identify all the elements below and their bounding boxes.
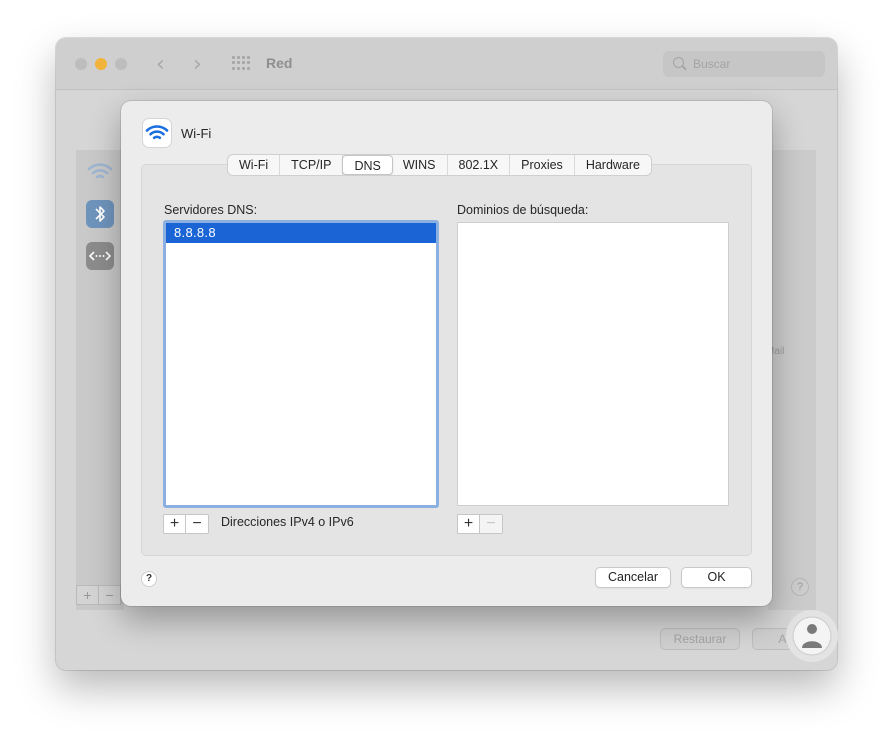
remove-search-domain-button: −: [480, 515, 502, 533]
help-button[interactable]: ?: [141, 571, 157, 587]
close-window-button[interactable]: [75, 58, 87, 70]
tab-bar: Wi-Fi TCP/IP DNS WINS 802.1X Proxies Har…: [227, 154, 652, 176]
zoom-window-button[interactable]: [115, 58, 127, 70]
tab-dns[interactable]: DNS: [342, 155, 392, 175]
add-dns-server-button[interactable]: +: [164, 515, 186, 533]
add-service-button[interactable]: +: [77, 586, 99, 604]
dns-hint: Direcciones IPv4 o IPv6: [221, 515, 354, 529]
wifi-service-icon[interactable]: [86, 158, 114, 186]
restore-button[interactable]: Restaurar: [660, 628, 740, 650]
tab-8021x[interactable]: 802.1X: [448, 155, 511, 175]
search-icon: [673, 57, 684, 68]
title-bar: ‹ › Red Buscar: [56, 38, 837, 90]
dns-add-remove-control: + −: [163, 514, 209, 534]
advanced-network-sheet: Wi-Fi Wi-Fi TCP/IP DNS WINS 802.1X Proxi…: [121, 101, 772, 606]
cancel-button[interactable]: Cancelar: [595, 567, 671, 588]
tab-wifi[interactable]: Wi-Fi: [228, 155, 280, 175]
help-icon[interactable]: ?: [791, 578, 809, 596]
window-title: Red: [266, 55, 292, 71]
tab-tcpip[interactable]: TCP/IP: [280, 155, 343, 175]
dns-servers-label: Servidores DNS:: [164, 203, 257, 217]
remove-dns-server-button[interactable]: −: [186, 515, 208, 533]
details-panel: [768, 150, 816, 610]
bluetooth-icon[interactable]: [86, 200, 114, 228]
search-domains-add-remove-control: + −: [457, 514, 503, 534]
wifi-icon: [142, 118, 172, 148]
back-icon[interactable]: ‹: [156, 52, 165, 77]
search-placeholder: Buscar: [693, 57, 730, 71]
search-field[interactable]: Buscar: [663, 51, 825, 77]
dns-servers-list[interactable]: 8.8.8.8: [163, 220, 439, 508]
tab-wins[interactable]: WINS: [392, 155, 448, 175]
ethernet-icon[interactable]: [86, 242, 114, 270]
minimize-window-button[interactable]: [95, 58, 107, 70]
tab-proxies[interactable]: Proxies: [510, 155, 575, 175]
search-domains-label: Dominios de búsqueda:: [457, 203, 588, 217]
add-search-domain-button[interactable]: +: [458, 515, 480, 533]
search-domains-list[interactable]: [457, 222, 729, 506]
tab-hardware[interactable]: Hardware: [575, 155, 651, 175]
list-item[interactable]: 8.8.8.8: [166, 223, 436, 243]
ok-button[interactable]: OK: [681, 567, 752, 588]
forward-icon[interactable]: ›: [193, 52, 202, 77]
interface-name: Wi-Fi: [181, 126, 211, 141]
watermark-logo: [786, 610, 838, 662]
service-add-remove-control[interactable]: + −: [76, 585, 122, 605]
show-all-icon[interactable]: [232, 56, 250, 70]
remove-service-button[interactable]: −: [99, 586, 121, 604]
